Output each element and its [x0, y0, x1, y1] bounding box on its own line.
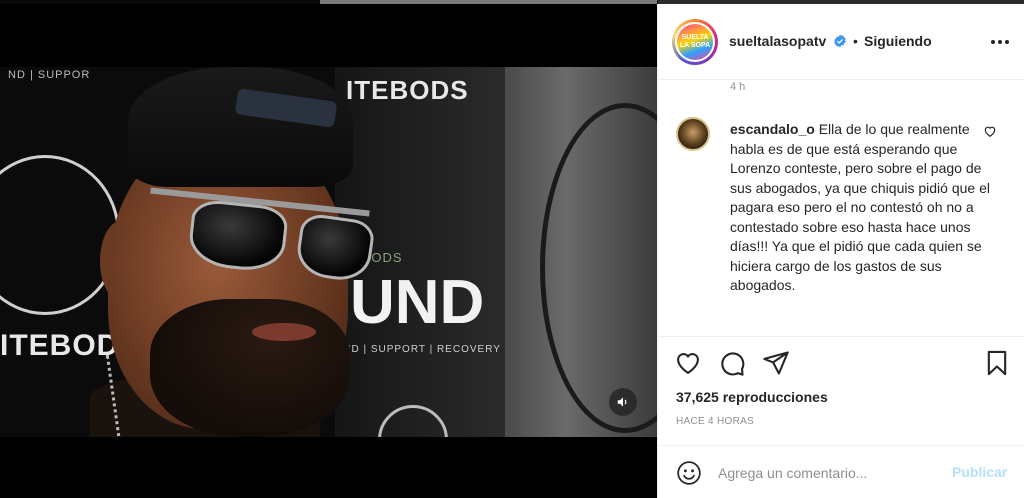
previous-comment-time: 4 h — [730, 81, 746, 93]
comment-avatar[interactable] — [676, 117, 710, 151]
emoji-icon[interactable] — [676, 460, 702, 486]
banner-text: ITEBOD — [0, 329, 120, 362]
person-cap — [128, 67, 353, 187]
avatar[interactable]: SUELTA LA SOPA — [672, 19, 718, 65]
banner-text: ND | SUPPOR — [8, 69, 91, 81]
banner-text: AID | SUPPORT | RECOVERY — [340, 344, 501, 355]
video-frame[interactable]: ND | SUPPOR ITEBODS ITEBOD EBODS UND AID… — [0, 67, 657, 437]
person-lips — [252, 323, 316, 341]
comment-body: escandalo_o Ella de lo que realmente hab… — [730, 120, 990, 296]
banner-text: ITEBODS — [346, 75, 469, 105]
bookmark-icon[interactable] — [983, 349, 1011, 377]
comments-list[interactable]: 4 h escandalo_o Ella de lo que realmente… — [658, 81, 1024, 336]
video-player[interactable]: ND | SUPPOR ITEBODS ITEBOD EBODS UND AID… — [0, 4, 657, 498]
following-button[interactable]: Siguiendo — [864, 33, 932, 49]
post-actions: 37,625 reproducciones HACE 4 HORAS Publi… — [658, 336, 1024, 498]
post-header: SUELTA LA SOPA sueltalasopatv • Siguiend… — [658, 4, 1024, 80]
post-username[interactable]: sueltalasopatv — [729, 33, 826, 49]
mute-button[interactable] — [609, 388, 637, 416]
avatar-logo: SUELTA LA SOPA — [677, 24, 713, 60]
speaker-icon — [617, 397, 627, 407]
more-options-icon[interactable] — [988, 34, 1012, 50]
banner-text: UND — [350, 268, 485, 337]
post-details-panel: SUELTA LA SOPA sueltalasopatv • Siguiend… — [657, 4, 1024, 498]
person-beard — [150, 299, 350, 437]
add-comment-bar: Publicar — [658, 445, 1024, 498]
paper-plane-icon[interactable] — [762, 349, 790, 377]
comment-input[interactable] — [718, 461, 938, 485]
heart-icon[interactable] — [674, 349, 702, 377]
verified-badge-icon — [834, 34, 846, 48]
comment-text: Ella de lo que realmente habla es de que… — [730, 121, 990, 293]
comment-icon[interactable] — [718, 349, 746, 377]
comment-username[interactable]: escandalo_o — [730, 121, 815, 137]
post-timestamp[interactable]: HACE 4 HORAS — [676, 416, 754, 427]
header-separator: • — [853, 33, 858, 49]
brand-logo — [378, 405, 448, 437]
view-count[interactable]: 37,625 reproducciones — [676, 389, 828, 405]
publish-button[interactable]: Publicar — [952, 464, 1007, 480]
heart-outline-icon[interactable] — [983, 124, 997, 138]
